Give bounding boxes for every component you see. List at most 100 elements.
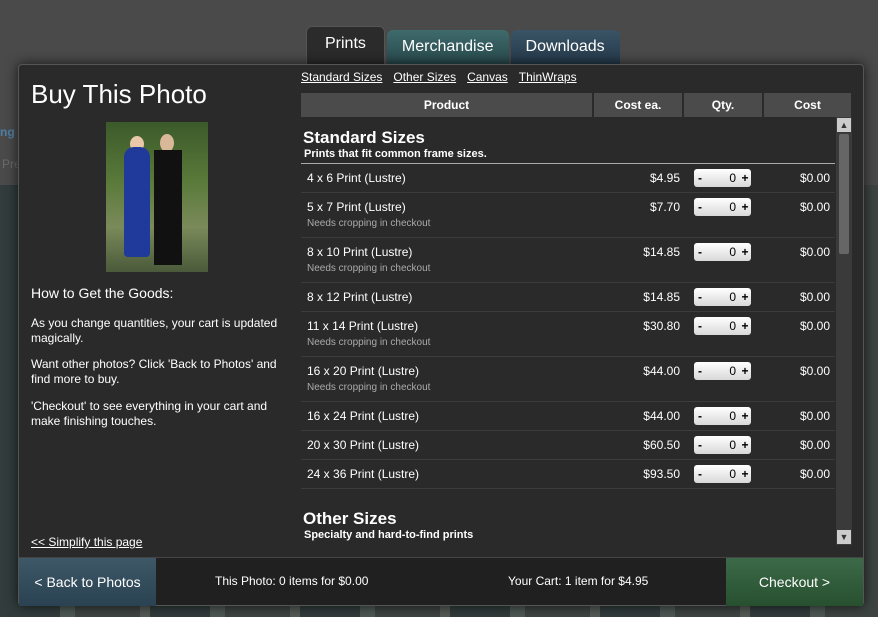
- quantity-input[interactable]: 0: [706, 290, 739, 304]
- product-note: Needs cropping in checkout: [307, 218, 431, 229]
- quantity-stepper[interactable]: -0 +: [694, 465, 751, 483]
- quantity-stepper[interactable]: -0 +: [694, 362, 751, 380]
- link-thinwraps[interactable]: ThinWraps: [519, 70, 577, 84]
- quantity-input[interactable]: 0: [706, 438, 739, 452]
- line-total: $0.00: [799, 364, 830, 378]
- product-note: Needs cropping in checkout: [307, 337, 431, 348]
- help-text: Want other photos? Click 'Back to Photos…: [31, 357, 277, 386]
- product-name: 24 x 36 Print (Lustre): [307, 467, 420, 481]
- section-subtitle: Specialty and hard-to-find prints: [304, 529, 474, 541]
- product-note: Needs cropping in checkout: [307, 382, 431, 393]
- checkout-button[interactable]: Checkout >: [726, 558, 863, 606]
- increment-button[interactable]: +: [739, 438, 751, 452]
- link-canvas[interactable]: Canvas: [467, 70, 508, 84]
- help-text: As you change quantities, your cart is u…: [31, 316, 278, 345]
- tab-prints[interactable]: Prints: [306, 26, 385, 64]
- column-header-qty: Qty.: [684, 93, 762, 117]
- unit-price: $14.85: [643, 245, 680, 259]
- column-header-product: Product: [301, 93, 592, 117]
- scrollbar-thumb[interactable]: [839, 134, 849, 254]
- increment-button[interactable]: +: [739, 364, 751, 378]
- product-name: 4 x 6 Print (Lustre): [307, 171, 406, 185]
- line-total: $0.00: [799, 467, 830, 481]
- product-name: 5 x 7 Print (Lustre): [307, 200, 406, 214]
- increment-button[interactable]: +: [739, 245, 751, 259]
- product-name: 16 x 20 Print (Lustre): [307, 364, 420, 378]
- column-header-cost: Cost: [764, 93, 851, 117]
- decrement-button[interactable]: -: [694, 364, 706, 378]
- quantity-input[interactable]: 0: [706, 364, 739, 378]
- table-row: 16 x 24 Print (Lustre) $44.00-0 + $0.00: [301, 402, 835, 431]
- scrollbar[interactable]: ▲ ▼: [836, 117, 852, 545]
- back-to-photos-button[interactable]: < Back to Photos: [19, 558, 156, 606]
- tab-downloads[interactable]: Downloads: [510, 30, 620, 64]
- buy-photo-dialog: Buy This Photo How to Get the Goods: As …: [18, 64, 864, 606]
- section-title: Standard Sizes: [303, 128, 425, 147]
- table-row: 20 x 30 Print (Lustre) $60.50-0 + $0.00: [301, 431, 835, 460]
- product-list[interactable]: Standard Sizes Prints that fit common fr…: [301, 119, 835, 543]
- line-total: $0.00: [799, 200, 830, 214]
- line-total: $0.00: [799, 438, 830, 452]
- quantity-stepper[interactable]: -0 +: [694, 436, 751, 454]
- quantity-input[interactable]: 0: [706, 409, 739, 423]
- left-panel: Buy This Photo How to Get the Goods: As …: [31, 79, 291, 549]
- section-title: Other Sizes: [303, 509, 397, 528]
- unit-price: $44.00: [643, 364, 680, 378]
- table-row: 16 x 20 Print (Lustre) Needs cropping in …: [301, 357, 835, 402]
- section-subtitle: Prints that fit common frame sizes.: [301, 148, 835, 164]
- quantity-stepper[interactable]: -0 +: [694, 198, 751, 216]
- decrement-button[interactable]: -: [694, 409, 706, 423]
- quantity-input[interactable]: 0: [706, 245, 739, 259]
- decrement-button[interactable]: -: [694, 200, 706, 214]
- scroll-down-icon[interactable]: ▼: [837, 530, 851, 544]
- howto-heading: How to Get the Goods:: [31, 285, 174, 301]
- product-name: 8 x 10 Print (Lustre): [307, 245, 413, 259]
- dialog-title: Buy This Photo: [31, 79, 207, 109]
- link-standard-sizes[interactable]: Standard Sizes: [301, 70, 382, 84]
- quantity-input[interactable]: 0: [706, 200, 739, 214]
- unit-price: $4.95: [649, 171, 680, 185]
- help-text: 'Checkout' to see everything in your car…: [31, 399, 268, 428]
- table-row: 11 x 14 Print (Lustre) Needs cropping in …: [301, 312, 835, 357]
- quantity-stepper[interactable]: -0 +: [694, 317, 751, 335]
- quantity-input[interactable]: 0: [706, 467, 739, 481]
- link-other-sizes[interactable]: Other Sizes: [393, 70, 456, 84]
- table-row: 4 x 6 Print (Lustre) $4.95-0 + $0.00: [301, 164, 835, 193]
- decrement-button[interactable]: -: [694, 171, 706, 185]
- unit-price: $60.50: [643, 438, 680, 452]
- decrement-button[interactable]: -: [694, 319, 706, 333]
- increment-button[interactable]: +: [739, 409, 751, 423]
- table-header: Product Cost ea. Qty. Cost: [301, 93, 852, 117]
- this-photo-summary: This Photo: 0 items for $0.00: [215, 574, 369, 588]
- unit-price: $7.70: [649, 200, 680, 214]
- decrement-button[interactable]: -: [694, 245, 706, 259]
- scroll-up-icon[interactable]: ▲: [837, 118, 851, 132]
- increment-button[interactable]: +: [739, 200, 751, 214]
- decrement-button[interactable]: -: [694, 438, 706, 452]
- table-row: 5 x 7 Print (Lustre) Needs cropping in ch…: [301, 193, 835, 238]
- increment-button[interactable]: +: [739, 467, 751, 481]
- quantity-stepper[interactable]: -0 +: [694, 243, 751, 261]
- simplify-page-link[interactable]: << Simplify this page: [31, 535, 142, 549]
- increment-button[interactable]: +: [739, 319, 751, 333]
- line-total: $0.00: [799, 290, 830, 304]
- cart-summary: Your Cart: 1 item for $4.95: [508, 574, 649, 588]
- quantity-input[interactable]: 0: [706, 319, 739, 333]
- increment-button[interactable]: +: [739, 290, 751, 304]
- column-header-cost-each: Cost ea.: [594, 93, 682, 117]
- decrement-button[interactable]: -: [694, 467, 706, 481]
- increment-button[interactable]: +: [739, 171, 751, 185]
- table-row: 8 x 12 Print (Lustre) $14.85-0 + $0.00: [301, 283, 835, 312]
- tab-merchandise[interactable]: Merchandise: [386, 30, 509, 64]
- section-rows: 4 x 6 Print (Lustre) $4.95-0 + $0.00 5 x 7 P…: [301, 164, 835, 489]
- quantity-input[interactable]: 0: [706, 171, 739, 185]
- quantity-stepper[interactable]: -0 +: [694, 288, 751, 306]
- size-category-links: Standard Sizes Other Sizes Canvas ThinWr…: [301, 70, 577, 84]
- line-total: $0.00: [799, 409, 830, 423]
- line-total: $0.00: [799, 171, 830, 185]
- quantity-stepper[interactable]: -0 +: [694, 407, 751, 425]
- quantity-stepper[interactable]: -0 +: [694, 169, 751, 187]
- decrement-button[interactable]: -: [694, 290, 706, 304]
- table-row: 8 x 10 Print (Lustre) Needs cropping in c…: [301, 238, 835, 283]
- unit-price: $30.80: [643, 319, 680, 333]
